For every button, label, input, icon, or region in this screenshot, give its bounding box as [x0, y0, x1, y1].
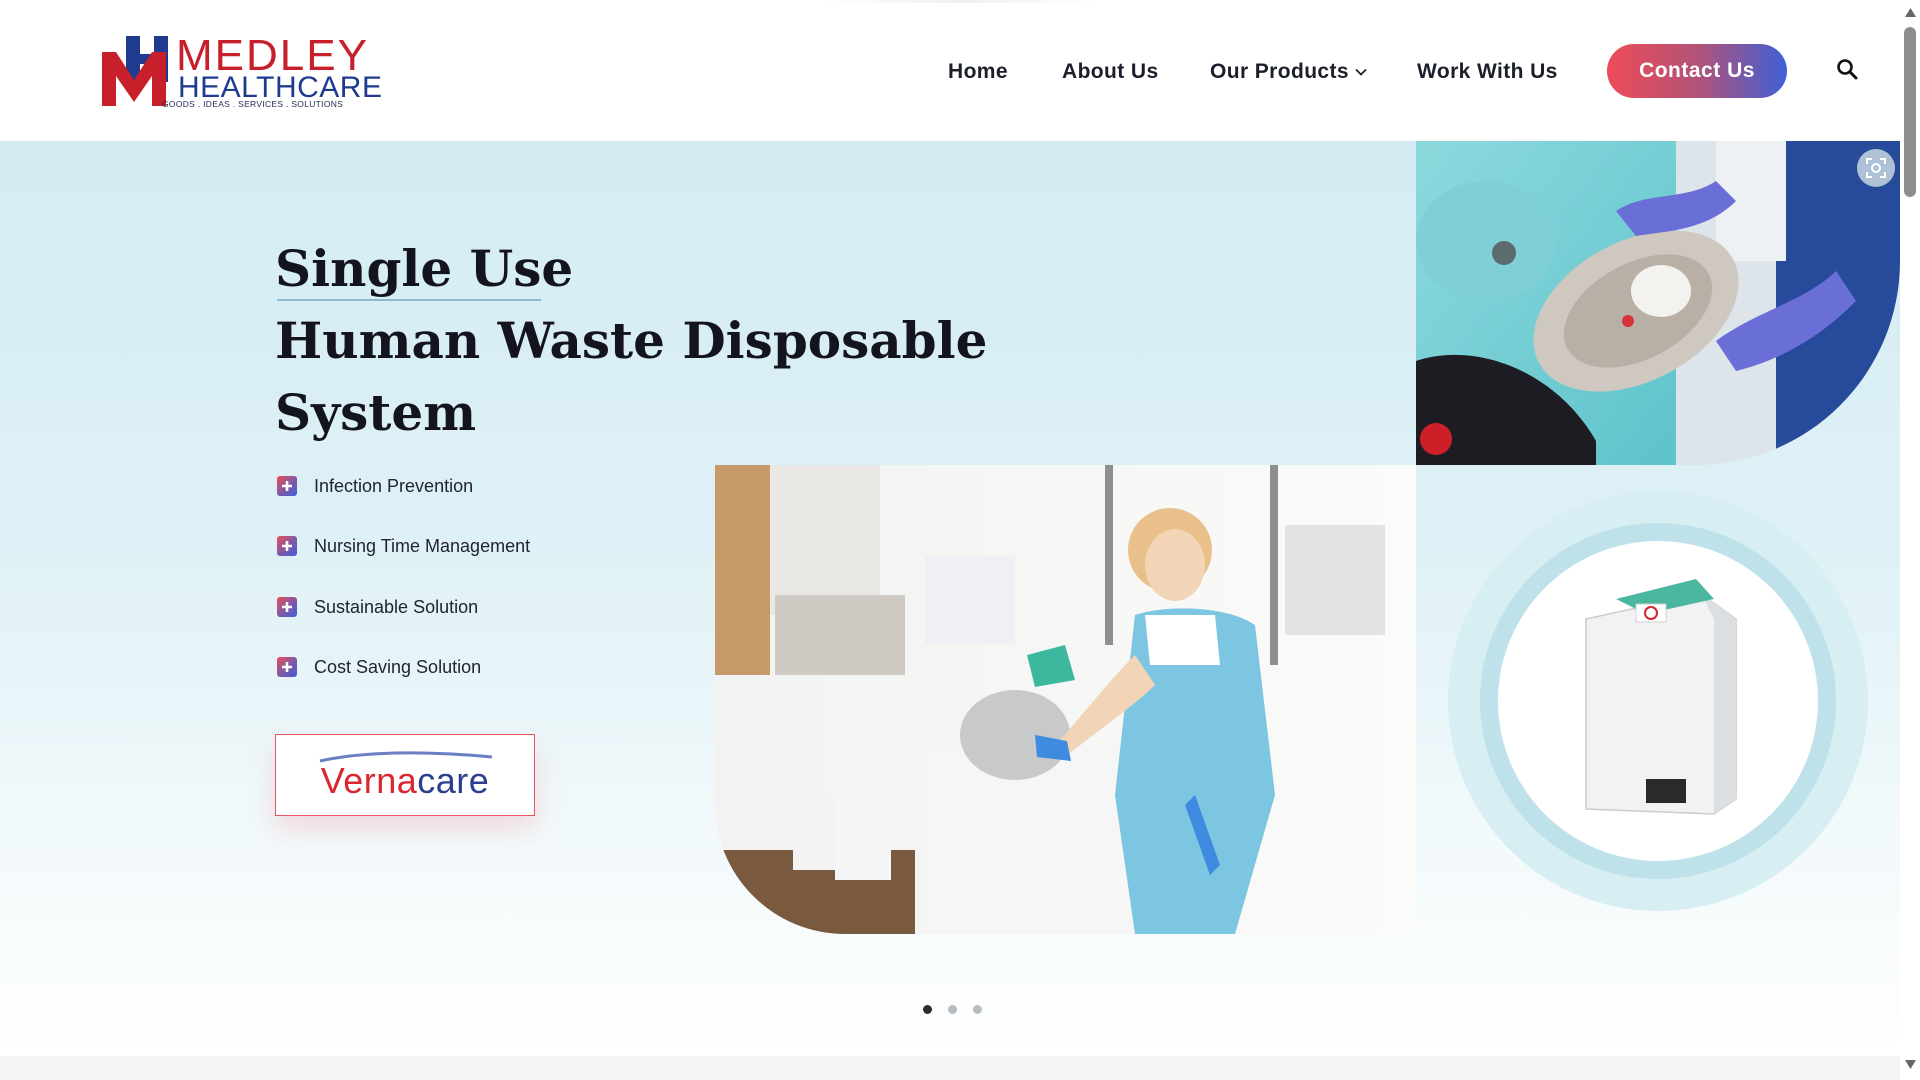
- feature-item: Infection Prevention: [277, 471, 473, 501]
- top-shadow: [820, 0, 1100, 3]
- hero-title-line-1: Single Use: [275, 239, 574, 298]
- scroll-down-arrow-icon[interactable]: [1905, 1060, 1916, 1069]
- carousel-dot-1[interactable]: [923, 1005, 932, 1014]
- chevron-down-icon: [1355, 69, 1367, 77]
- contact-us-button[interactable]: Contact Us: [1607, 44, 1787, 98]
- hero-image-top: [1416, 141, 1900, 465]
- vernacare-logo-part-2: care: [417, 760, 490, 801]
- title-underline: [277, 299, 541, 301]
- feature-item: Cost Saving Solution: [277, 652, 481, 682]
- hero-title-line-3: System: [275, 383, 477, 442]
- nav-our-products-label: Our Products: [1210, 60, 1349, 83]
- fullscreen-icon[interactable]: [1857, 149, 1895, 187]
- carousel-dot-3[interactable]: [973, 1005, 982, 1014]
- nav-about-us[interactable]: About Us: [1062, 60, 1159, 84]
- nav-our-products[interactable]: Our Products: [1210, 60, 1367, 84]
- vernacare-brand-card[interactable]: Vernacare: [275, 734, 535, 816]
- nav-work-with-us[interactable]: Work With Us: [1417, 60, 1558, 84]
- scroll-up-arrow-icon[interactable]: [1905, 8, 1916, 17]
- plus-icon: [277, 657, 297, 677]
- medley-healthcare-logo[interactable]: MEDLEY HEALTHCARE GOODS . IDEAS . SERVIC…: [102, 32, 382, 112]
- carousel-dot-2[interactable]: [948, 1005, 957, 1014]
- feature-label: Sustainable Solution: [314, 596, 479, 617]
- logo-mh-icon: [102, 36, 168, 106]
- feature-label: Cost Saving Solution: [314, 656, 482, 677]
- next-section-band: [0, 1056, 1900, 1080]
- plus-icon: [277, 536, 297, 556]
- vernacare-logo: Vernacare: [321, 760, 490, 802]
- page-scrollbar[interactable]: [1900, 0, 1920, 1080]
- vernacare-logo-part-1: Verna: [320, 760, 418, 801]
- plus-icon: [277, 476, 297, 496]
- search-icon[interactable]: [1836, 58, 1858, 80]
- hero-title: Single Use Human Waste Disposable System: [275, 233, 995, 449]
- hero-image-product: [1448, 491, 1868, 911]
- feature-item: Sustainable Solution: [277, 592, 478, 622]
- nav-home[interactable]: Home: [948, 60, 1008, 84]
- feature-item: Nursing Time Management: [277, 531, 530, 561]
- feature-label: Infection Prevention: [314, 475, 474, 496]
- site-header: MEDLEY HEALTHCARE GOODS . IDEAS . SERVIC…: [0, 0, 1900, 141]
- hero-title-line-2: Human Waste Disposable: [275, 311, 988, 370]
- hero-slider: Single Use Human Waste Disposable System…: [0, 141, 1900, 1056]
- scrollbar-thumb[interactable]: [1904, 27, 1916, 197]
- plus-icon: [277, 597, 297, 617]
- hero-image-main: [715, 465, 1416, 934]
- logo-tagline: GOODS . IDEAS . SERVICES . SOLUTIONS: [162, 99, 344, 109]
- feature-label: Nursing Time Management: [314, 535, 531, 556]
